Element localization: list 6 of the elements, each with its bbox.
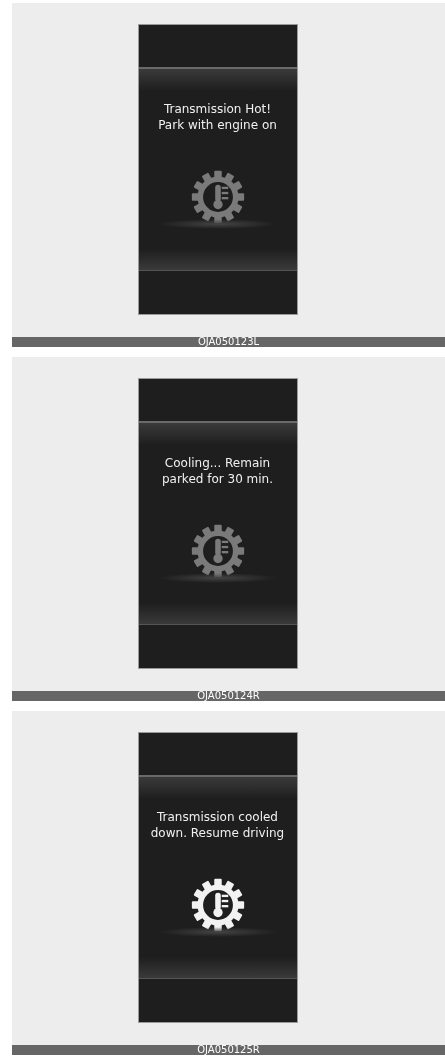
- figure-code: OJA050125R: [197, 1045, 260, 1055]
- warning-message: Cooling... Remain parked for 30 min.: [160, 455, 275, 487]
- warning-message: Transmission cooled down. Resume driving: [149, 809, 286, 841]
- figure-code: OJA050123L: [197, 337, 260, 347]
- figure-code: OJA050124R: [197, 691, 260, 701]
- warning-message: Transmission Hot! Park with engine on: [157, 101, 278, 133]
